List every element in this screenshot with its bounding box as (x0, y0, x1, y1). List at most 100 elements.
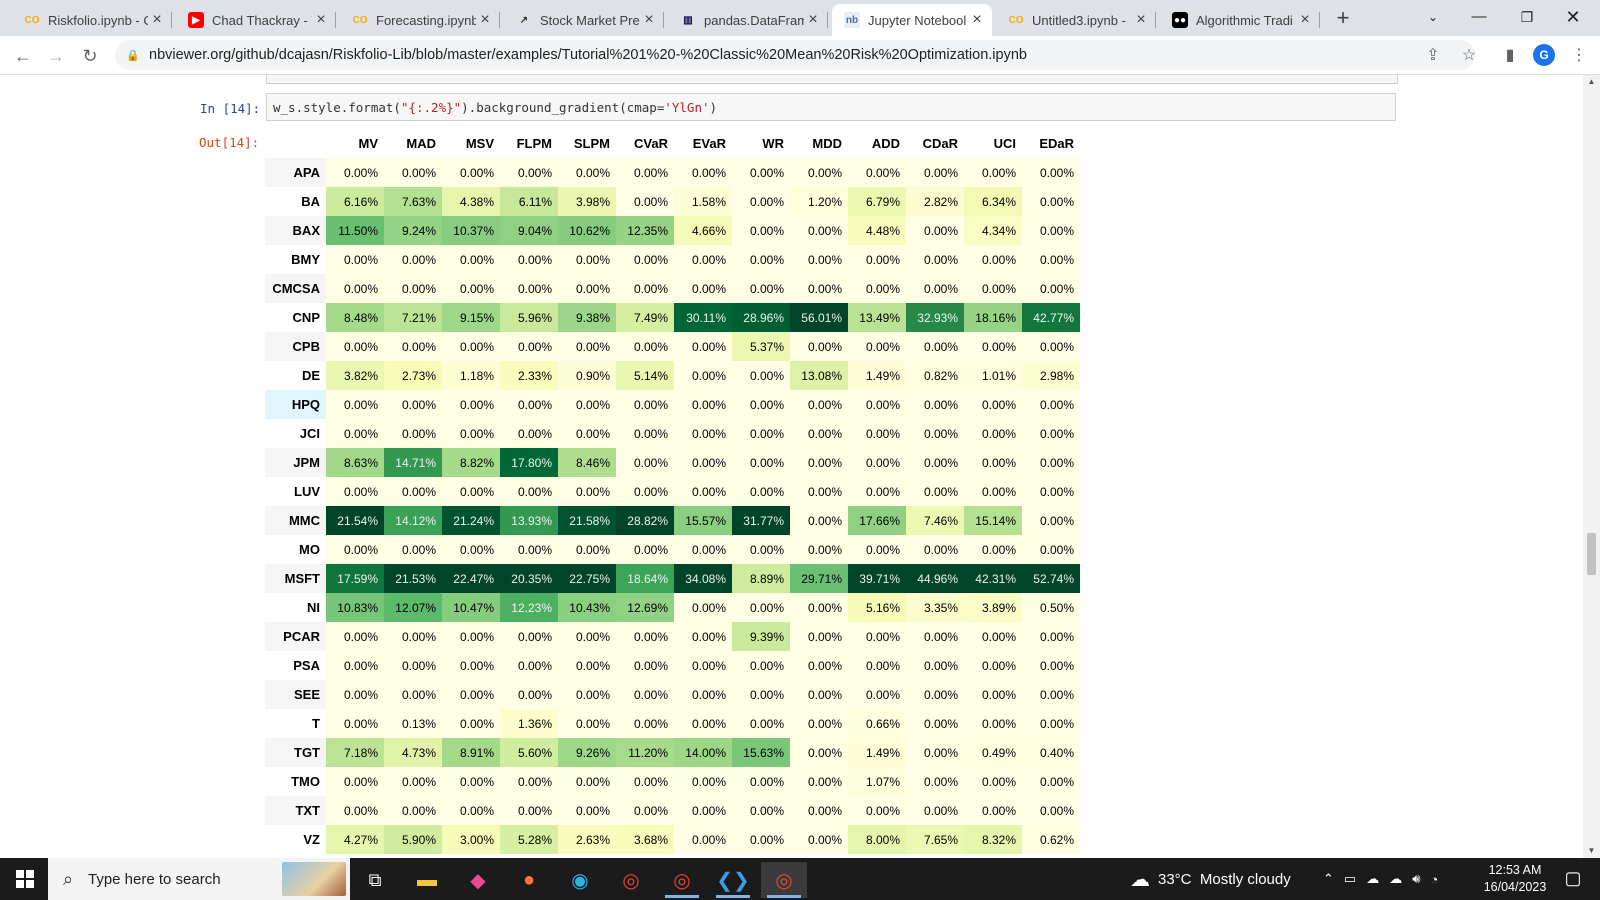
tab-title: Stock Market Pre (540, 12, 640, 28)
vscode-icon[interactable]: ❮❯ (710, 862, 756, 898)
onedrive-icon[interactable]: ☁ (1366, 871, 1379, 887)
table-cell: 0.00% (732, 651, 790, 680)
tab-close-icon[interactable]: × (312, 11, 330, 29)
scroll-down-arrow-icon[interactable]: ▼ (1583, 844, 1600, 858)
row-label: MSFT (265, 564, 326, 593)
address-bar[interactable]: 🔒 nbviewer.org/github/dcajasn/Riskfolio-… (115, 40, 1475, 70)
forward-arrow-icon[interactable]: → (43, 43, 69, 69)
table-cell: 0.00% (616, 767, 674, 796)
table-cell: 18.16% (964, 303, 1022, 332)
tab-close-icon[interactable]: × (148, 11, 166, 29)
table-cell: 0.00% (964, 390, 1022, 419)
browser-tab[interactable]: ↗ Stock Market Pre × (504, 4, 664, 36)
colab-icon: CO (1008, 14, 1024, 26)
table-cell: 21.53% (384, 564, 442, 593)
table-row: HPQ 0.00% 0.00% 0.00% 0.00% 0.00% 0.00% 0.00% 0.… (265, 390, 1080, 419)
close-window-button[interactable]: ✕ (1550, 0, 1596, 34)
table-cell: 0.00% (906, 274, 964, 303)
table-cell: 0.00% (500, 767, 558, 796)
network-icon[interactable]: ☁ (1389, 871, 1402, 887)
row-label: TMO (291, 774, 320, 789)
browser-tab[interactable]: CO Riskfolio.ipynb - C × (12, 4, 172, 36)
table-cell: 31.77% (732, 506, 790, 535)
tab-close-icon[interactable]: × (1132, 11, 1150, 29)
column-header: SLPM (573, 136, 610, 151)
browser-tab[interactable]: CO Untitled3.ipynb - × (996, 4, 1156, 36)
table-cell: 21.54% (326, 506, 384, 535)
table-cell: 12.69% (616, 593, 674, 622)
table-cell: 0.00% (384, 651, 442, 680)
browser-tab[interactable]: ▶ Chad Thackray - Y × (176, 4, 336, 36)
table-cell: 0.00% (790, 593, 848, 622)
start-button[interactable] (0, 858, 48, 900)
profile-avatar[interactable]: G (1533, 44, 1555, 66)
table-cell: 0.00% (790, 738, 848, 767)
lock-icon[interactable]: 🔒 (125, 49, 141, 62)
chrome-active-icon[interactable]: ◎ (761, 862, 807, 898)
side-panel-icon[interactable]: ▮ (1497, 43, 1523, 69)
wifi-icon[interactable]: ◔ (1430, 872, 1438, 887)
chrome-icon[interactable]: ◎ (608, 862, 654, 898)
table-row: BA 6.16% 7.63% 4.38% 6.11% 3.98% 0.00% 1.58% 0.0… (265, 187, 1080, 216)
row-label: MO (299, 542, 320, 557)
file-explorer-icon[interactable]: ▬ (404, 862, 450, 898)
tab-close-icon[interactable]: × (640, 11, 658, 29)
bookmark-star-icon[interactable]: ☆ (1456, 43, 1482, 69)
table-cell: 8.63% (326, 448, 384, 477)
volume-icon[interactable]: 🔊︎ (1412, 871, 1420, 887)
tab-search-icon[interactable]: ⌄ (1410, 0, 1456, 34)
table-cell: 0.00% (616, 796, 674, 825)
edge-icon[interactable]: ◉ (557, 862, 603, 898)
tab-close-icon[interactable]: × (804, 11, 822, 29)
table-cell: 0.00% (790, 535, 848, 564)
vertical-scrollbar[interactable]: ▲ ▼ (1583, 75, 1600, 858)
minimize-button[interactable]: — (1456, 0, 1502, 34)
battery-icon[interactable]: ▭ (1344, 871, 1356, 887)
browser-tab[interactable]: ▥ pandas.DataFram × (668, 4, 828, 36)
menu-dots-icon[interactable]: ⋮ (1566, 43, 1592, 69)
tab-title: pandas.DataFram (704, 12, 804, 28)
firefox-icon[interactable]: ● (506, 862, 552, 898)
table-cell: 3.00% (442, 825, 500, 854)
table-cell: 0.00% (442, 767, 500, 796)
tab-close-icon[interactable]: × (1296, 11, 1314, 29)
table-cell: 9.26% (558, 738, 616, 767)
git-app-icon[interactable]: ◆ (455, 862, 501, 898)
task-view-icon[interactable]: ⧉ (352, 862, 398, 898)
taskbar-search-box[interactable]: ⌕ Type here to search (48, 858, 350, 900)
table-cell: 0.00% (848, 274, 906, 303)
table-cell: 39.71% (848, 564, 906, 593)
taskbar-clock[interactable]: 12:53 AM 16/04/2023 (1475, 862, 1555, 896)
table-cell: 0.00% (384, 796, 442, 825)
reload-icon[interactable]: ↻ (77, 43, 103, 69)
table-cell: 0.00% (500, 419, 558, 448)
notification-icon[interactable]: ▢ (1555, 868, 1591, 889)
table-cell: 0.00% (326, 419, 384, 448)
restore-button[interactable]: ❐ (1504, 0, 1550, 34)
browser-tab[interactable]: CO Forecasting.ipynb × (340, 4, 500, 36)
chevron-up-icon[interactable]: ⌃ (1323, 871, 1334, 887)
chrome-profile-icon[interactable]: ◎ (659, 862, 705, 898)
weather-widget[interactable]: ☁ 33°C Mostly cloudy (1130, 858, 1291, 900)
table-cell: 0.00% (674, 419, 732, 448)
table-cell: 0.00% (906, 622, 964, 651)
tab-close-icon[interactable]: × (476, 11, 494, 29)
table-row: BMY 0.00% 0.00% 0.00% 0.00% 0.00% 0.00% 0.00% 0.… (265, 245, 1080, 274)
scrollbar-thumb[interactable] (1587, 533, 1596, 575)
table-cell: 4.48% (848, 216, 906, 245)
table-cell: 0.00% (964, 477, 1022, 506)
table-cell: 8.00% (848, 825, 906, 854)
url-text[interactable]: nbviewer.org/github/dcajasn/Riskfolio-Li… (149, 47, 1027, 63)
new-tab-button[interactable]: + (1330, 6, 1356, 32)
tab-close-icon[interactable]: × (968, 11, 986, 29)
table-cell: 4.27% (326, 825, 384, 854)
browser-tab-strip: CO Riskfolio.ipynb - C × ▶ Chad Thackray - Y… (0, 0, 1600, 36)
share-icon[interactable]: ⇪ (1420, 43, 1446, 69)
table-row: LUV 0.00% 0.00% 0.00% 0.00% 0.00% 0.00% 0.00% 0.… (265, 477, 1080, 506)
table-cell: 0.00% (1022, 709, 1080, 738)
scroll-up-arrow-icon[interactable]: ▲ (1583, 75, 1600, 89)
back-arrow-icon[interactable]: ← (10, 43, 36, 69)
browser-tab[interactable]: ●● Algorithmic Tradi × (1160, 4, 1320, 36)
table-cell: 28.82% (616, 506, 674, 535)
browser-tab[interactable]: nb Jupyter Notebool × (832, 4, 992, 36)
